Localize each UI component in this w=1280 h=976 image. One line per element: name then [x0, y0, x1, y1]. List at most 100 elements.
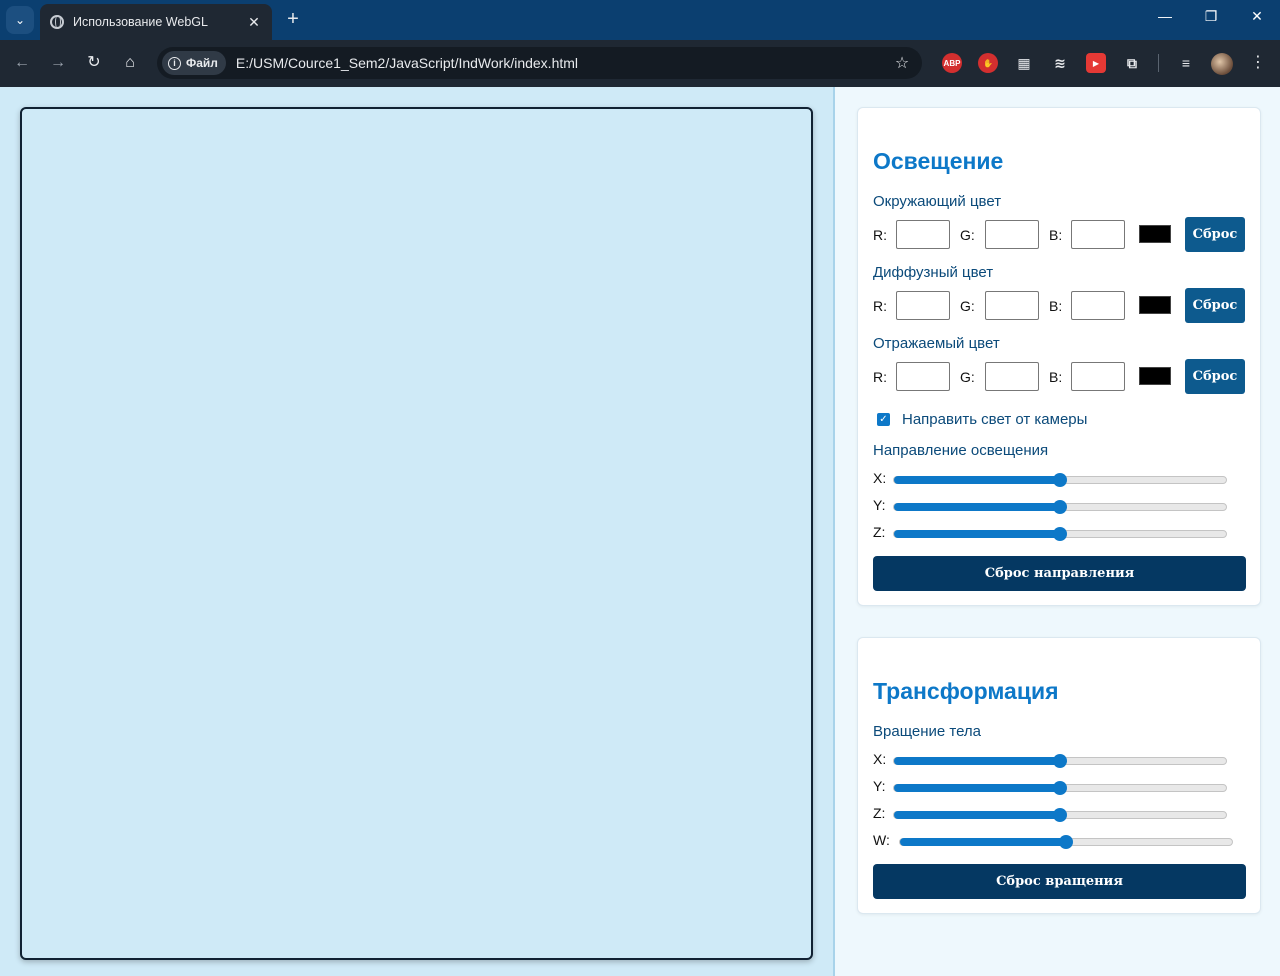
rotation-z-slider-row: Z:: [873, 802, 1253, 822]
back-icon[interactable]: ←: [10, 51, 34, 75]
slider-thumb[interactable]: [1059, 835, 1073, 849]
info-icon: i: [168, 56, 181, 70]
rotation-y-slider[interactable]: [893, 781, 1227, 795]
direction-y-label: Y:: [873, 497, 886, 513]
slider-fill: [900, 838, 1066, 846]
specular-label: Отражаемый цвет: [873, 335, 1000, 352]
site-info-chip[interactable]: i Файл: [162, 51, 226, 75]
reload-icon[interactable]: ↻: [82, 51, 106, 75]
specular-b-input[interactable]: [1071, 362, 1125, 391]
slider-thumb[interactable]: [1053, 808, 1067, 822]
transform-card: Трансформация Вращение тела X: Y: Z: W: …: [857, 637, 1261, 914]
address-bar[interactable]: i Файл E:/USM/Cource1_Sem2/JavaScript/In…: [157, 47, 922, 79]
tab-strip: ⌄ Использование WebGL ✕ + — ❐ ✕: [0, 0, 1280, 40]
database-icon[interactable]: ≋: [1050, 53, 1070, 73]
diffuse-color-swatch: [1139, 296, 1171, 314]
specular-r-label: R:: [873, 369, 887, 385]
file-chip-label: Файл: [186, 56, 218, 70]
url-text[interactable]: E:/USM/Cource1_Sem2/JavaScript/IndWork/i…: [236, 55, 890, 71]
slider-fill: [894, 784, 1060, 792]
slider-fill: [894, 757, 1060, 765]
ambient-b-label: B:: [1049, 227, 1063, 243]
forward-icon[interactable]: →: [46, 51, 70, 75]
direction-z-label: Z:: [873, 524, 886, 540]
reset-rotation-button[interactable]: Сброс вращения: [873, 864, 1246, 899]
diffuse-reset-button[interactable]: Сброс: [1185, 288, 1245, 323]
window-close-icon[interactable]: ✕: [1245, 8, 1269, 25]
diffuse-g-label: G:: [960, 298, 975, 314]
control-panel: Освещение Окружающий цвет R: G: B: Сброс…: [833, 87, 1280, 976]
rotation-z-slider[interactable]: [893, 808, 1227, 822]
diffuse-r-label: R:: [873, 298, 887, 314]
specular-reset-button[interactable]: Сброс: [1185, 359, 1245, 394]
toolbar-divider: [1158, 54, 1159, 72]
slider-thumb[interactable]: [1053, 473, 1067, 487]
media-controls-icon[interactable]: ≡: [1176, 53, 1196, 73]
slider-fill: [894, 503, 1060, 511]
direction-x-slider[interactable]: [893, 473, 1227, 487]
ambient-row: R: G: B: Сброс: [873, 217, 1248, 253]
direction-z-slider[interactable]: [893, 527, 1227, 541]
ambient-r-input[interactable]: [896, 220, 950, 249]
direction-x-label: X:: [873, 470, 887, 486]
grid-icon[interactable]: ▦: [1014, 53, 1034, 73]
checkbox-checked-icon[interactable]: ✓: [877, 413, 890, 426]
media-icon[interactable]: ▶: [1086, 53, 1106, 73]
direction-y-slider[interactable]: [893, 500, 1227, 514]
home-icon[interactable]: ⌂: [118, 51, 142, 75]
adblock-label: ABP: [943, 58, 961, 68]
ambient-label: Окружающий цвет: [873, 193, 1002, 210]
diffuse-row: R: G: B: Сброс: [873, 288, 1248, 324]
direction-label: Направление освещения: [873, 442, 1049, 459]
lighting-title: Освещение: [873, 148, 1004, 174]
direction-x-slider-row: X:: [873, 467, 1253, 487]
slider-thumb[interactable]: [1053, 527, 1067, 541]
rotation-y-slider-row: Y:: [873, 775, 1253, 795]
tab-search-button[interactable]: ⌄: [6, 6, 34, 34]
ambient-color-swatch: [1139, 225, 1171, 243]
specular-g-input[interactable]: [985, 362, 1039, 391]
slider-thumb[interactable]: [1053, 754, 1067, 768]
rotation-x-label: X:: [873, 751, 887, 767]
kebab-menu-icon[interactable]: ⋮: [1250, 52, 1266, 72]
specular-r-input[interactable]: [896, 362, 950, 391]
browser-tab[interactable]: Использование WebGL ✕: [40, 4, 272, 40]
specular-g-label: G:: [960, 369, 975, 385]
rotation-w-slider-row: W:: [873, 829, 1253, 849]
avatar[interactable]: [1211, 53, 1233, 75]
restore-icon[interactable]: ❐: [1199, 8, 1223, 25]
ambient-g-input[interactable]: [985, 220, 1039, 249]
adblock-icon[interactable]: ABP: [942, 53, 962, 73]
diffuse-b-input[interactable]: [1071, 291, 1125, 320]
direction-y-slider-row: Y:: [873, 494, 1253, 514]
ambient-reset-button[interactable]: Сброс: [1185, 217, 1245, 252]
rotation-label: Вращение тела: [873, 723, 982, 740]
rotation-x-slider[interactable]: [893, 754, 1227, 768]
direction-z-slider-row: Z:: [873, 521, 1253, 541]
bookmark-star-icon[interactable]: ☆: [890, 53, 914, 73]
slider-fill: [894, 811, 1060, 819]
transform-title: Трансформация: [873, 678, 1059, 704]
reset-direction-button[interactable]: Сброс направления: [873, 556, 1246, 591]
hand-icon[interactable]: ✋: [978, 53, 998, 73]
page-viewport: Освещение Окружающий цвет R: G: B: Сброс…: [0, 87, 1280, 976]
rotation-w-label: W:: [873, 832, 890, 848]
ambient-b-input[interactable]: [1071, 220, 1125, 249]
ambient-g-label: G:: [960, 227, 975, 243]
rotation-y-label: Y:: [873, 778, 886, 794]
puzzle-icon[interactable]: ⧉: [1122, 53, 1142, 73]
diffuse-b-label: B:: [1049, 298, 1063, 314]
webgl-canvas[interactable]: [20, 107, 813, 960]
slider-thumb[interactable]: [1053, 781, 1067, 795]
rotation-w-slider[interactable]: [899, 835, 1233, 849]
minimize-icon[interactable]: —: [1153, 8, 1177, 24]
new-tab-button[interactable]: +: [282, 8, 304, 30]
diffuse-g-input[interactable]: [985, 291, 1039, 320]
camera-light-label: Направить свет от камеры: [902, 411, 1088, 428]
diffuse-r-input[interactable]: [896, 291, 950, 320]
slider-thumb[interactable]: [1053, 500, 1067, 514]
diffuse-label: Диффузный цвет: [873, 264, 994, 281]
close-icon[interactable]: ✕: [246, 14, 262, 31]
camera-light-toggle[interactable]: ✓ Направить свет от камеры: [877, 411, 1087, 428]
rotation-x-slider-row: X:: [873, 748, 1253, 768]
